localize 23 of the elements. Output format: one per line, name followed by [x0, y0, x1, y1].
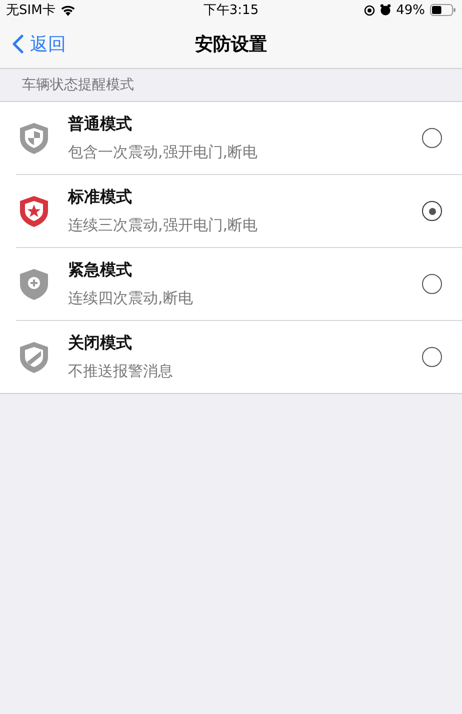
- chevron-left-icon: [12, 34, 24, 54]
- rotation-lock-icon: [364, 4, 376, 16]
- mode-title: 关闭模式: [68, 333, 133, 354]
- mode-description: 连续三次震动,强开电门,断电: [68, 216, 259, 235]
- mode-title: 普通模式: [68, 114, 133, 135]
- battery-percentage: 49%: [396, 2, 425, 18]
- carrier-label: 无SIM卡: [6, 2, 56, 19]
- page-title: 安防设置: [195, 33, 267, 56]
- mode-title: 标准模式: [68, 187, 133, 208]
- radio-button[interactable]: [422, 274, 442, 294]
- time-label: 下午3:15: [203, 2, 259, 19]
- battery-icon: [430, 4, 456, 16]
- section-header: 车辆状态提醒模式: [22, 76, 134, 94]
- wifi-icon: [60, 4, 76, 16]
- radio-button[interactable]: [422, 347, 442, 367]
- mode-title: 紧急模式: [68, 260, 133, 281]
- mode-description: 不推送报警消息: [68, 362, 174, 381]
- back-button[interactable]: 返回: [0, 32, 66, 56]
- mode-description: 包含一次震动,强开电门,断电: [68, 143, 259, 162]
- radio-button[interactable]: [422, 201, 442, 221]
- alarm-icon: [380, 4, 392, 16]
- mode-description: 连续四次震动,断电: [68, 289, 194, 308]
- radio-button[interactable]: [422, 128, 442, 148]
